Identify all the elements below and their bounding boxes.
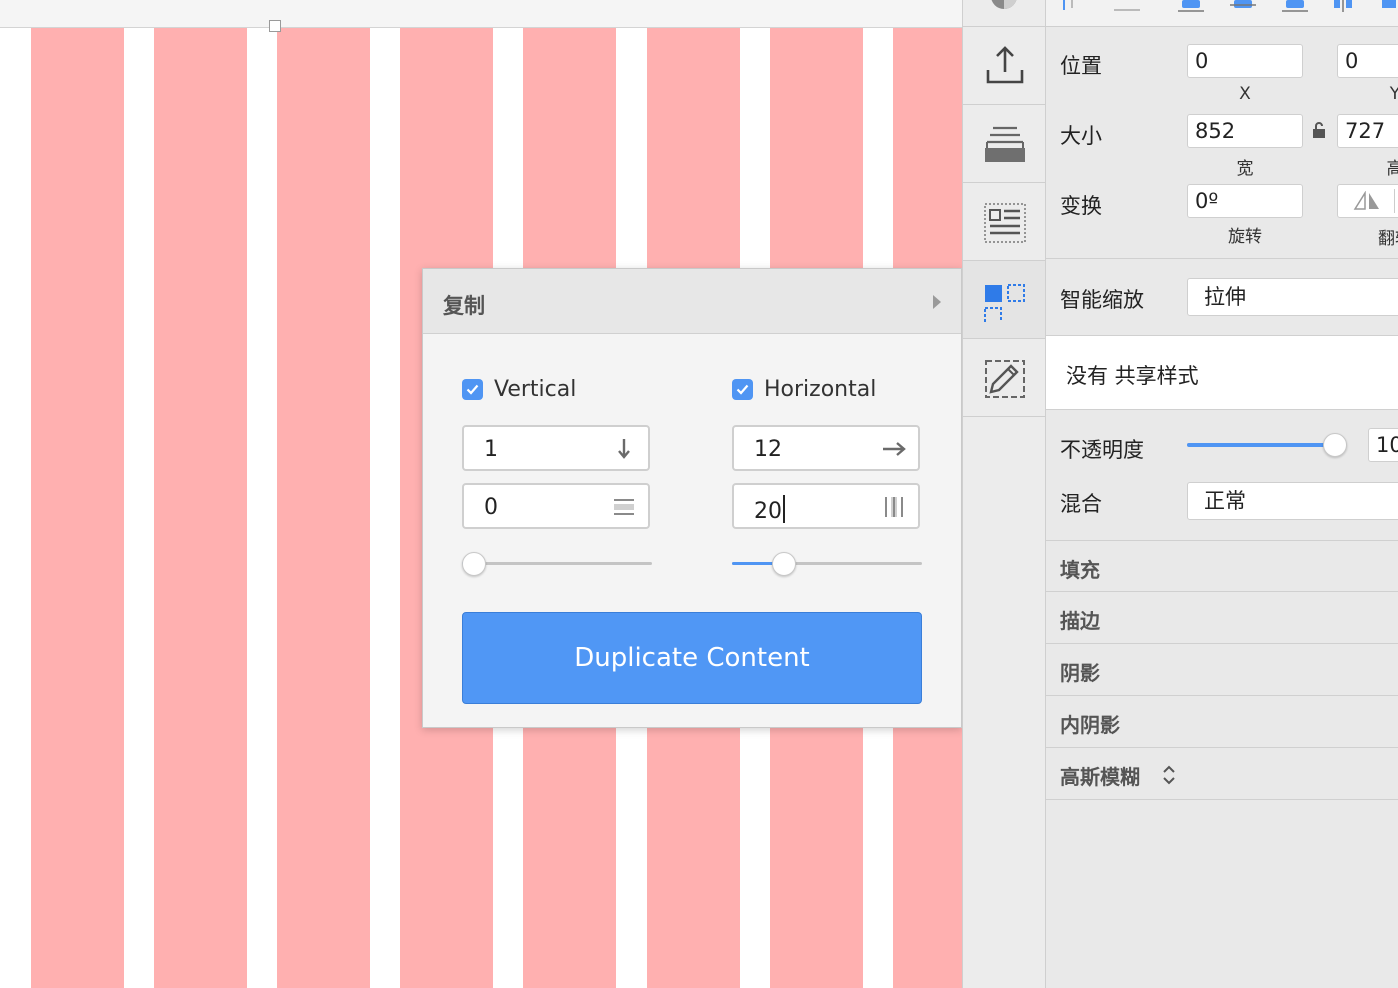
transform-label: 变换 (1060, 194, 1102, 218)
chevron-updown-icon[interactable] (1162, 764, 1176, 786)
grid-column[interactable] (31, 28, 124, 988)
shared-style-label: 没有 共享样式 (1066, 364, 1199, 388)
border-section[interactable]: 描边 (1046, 592, 1398, 644)
toolbar-export-button[interactable] (963, 27, 1045, 105)
blur-section-label: 高斯模糊 (1060, 765, 1140, 789)
vertical-spacing-slider[interactable] (462, 552, 652, 576)
size-label: 大小 (1060, 124, 1102, 148)
stack-icon (985, 126, 1025, 162)
width-input[interactable]: 852 (1187, 114, 1303, 148)
smart-resize-label: 智能缩放 (1060, 288, 1144, 312)
toolbar-edit-artboard-button[interactable] (963, 339, 1045, 417)
canvas-ruler (0, 0, 962, 28)
fill-section[interactable]: 填充 (1046, 540, 1398, 592)
horizontal-label: Horizontal (764, 377, 877, 402)
horizontal-option[interactable]: Horizontal (732, 377, 932, 403)
smart-resize-section: 智能缩放 拉伸 (1046, 258, 1398, 336)
inner-shadow-section-label: 内阴影 (1060, 713, 1120, 737)
inspector-panel: 位置 0 X 0 Y 大小 852 宽 727 高 变换 0º 旋转 翻转 智能… (1046, 0, 1398, 988)
grid-column[interactable] (154, 28, 247, 988)
rotation-caption: 旋转 (1228, 227, 1262, 247)
duplicate-popup: 复制 Vertical 1 0 Horizontal 12 20 Duplica… (422, 268, 962, 728)
opacity-input[interactable]: 100 (1368, 428, 1398, 462)
edit-artboard-icon (985, 360, 1025, 398)
position-label: 位置 (1060, 54, 1102, 78)
vertical-lines-icon (885, 497, 903, 517)
horizontal-spacing-slider[interactable] (732, 552, 922, 576)
width-caption: 宽 (1236, 159, 1254, 179)
duplicate-grid-icon (984, 284, 1025, 322)
slider-thumb[interactable] (1323, 433, 1347, 457)
popup-header: 复制 (423, 269, 961, 334)
position-y-input[interactable]: 0 (1337, 44, 1398, 78)
style-icon[interactable] (987, 0, 1021, 14)
design-canvas[interactable]: 复制 Vertical 1 0 Horizontal 12 20 Duplica… (0, 0, 962, 988)
position-y-caption: Y (1389, 84, 1398, 104)
align-middle-icon[interactable] (1228, 0, 1258, 14)
vertical-spacing-value: 0 (484, 495, 498, 520)
flip-caption: 翻转 (1378, 229, 1398, 249)
shared-style-section[interactable]: 没有 共享样式 (1046, 336, 1398, 410)
align-left-icon[interactable] (1058, 0, 1088, 14)
blur-section[interactable]: 高斯模糊 (1046, 748, 1398, 800)
position-x-input[interactable]: 0 (1187, 44, 1303, 78)
position-x-caption: X (1239, 84, 1251, 104)
toolbar-top-strip (963, 0, 1045, 27)
slider-thumb[interactable] (772, 552, 796, 576)
selection-handle[interactable] (269, 20, 281, 32)
horizontal-count-field[interactable]: 12 (732, 425, 920, 471)
popup-title: 复制 (443, 294, 485, 318)
border-section-label: 描边 (1060, 609, 1100, 633)
inner-shadow-section[interactable]: 内阴影 (1046, 696, 1398, 748)
arrow-right-icon (883, 442, 906, 456)
blend-select[interactable]: 正常 (1187, 482, 1398, 520)
align-top-icon[interactable] (1176, 0, 1206, 14)
vertical-count-field[interactable]: 1 (462, 425, 650, 471)
vertical-checkbox[interactable] (462, 379, 483, 400)
horizontal-spacing-field[interactable]: 20 (732, 483, 920, 529)
vertical-spacing-field[interactable]: 0 (462, 483, 650, 529)
arrow-down-icon (618, 439, 630, 459)
horizontal-checkbox[interactable] (732, 379, 753, 400)
export-icon (986, 46, 1024, 84)
shadow-section-label: 阴影 (1060, 661, 1100, 685)
shadow-section[interactable]: 阴影 (1046, 644, 1398, 696)
toolbar-duplicate-grid-button[interactable] (963, 261, 1045, 339)
chevron-right-icon[interactable] (933, 295, 941, 309)
height-input[interactable]: 727 (1337, 114, 1398, 148)
opacity-label: 不透明度 (1060, 438, 1144, 462)
align-bottom-icon[interactable] (1280, 0, 1310, 14)
fill-section-label: 填充 (1060, 558, 1100, 582)
grid-column[interactable] (277, 28, 370, 988)
flip-horizontal-icon[interactable] (1352, 191, 1382, 211)
text-caret (783, 495, 785, 523)
horizontal-lines-icon (614, 499, 634, 515)
height-caption: 高 (1386, 159, 1398, 179)
text-layout-icon (984, 203, 1026, 243)
flip-buttons[interactable] (1337, 184, 1398, 218)
opacity-slider[interactable] (1187, 433, 1347, 457)
horizontal-spacing-value: 20 (754, 495, 785, 524)
toolbar-stack-button[interactable] (963, 105, 1045, 183)
rotation-input[interactable]: 0º (1187, 184, 1303, 218)
lock-icon[interactable] (1312, 121, 1326, 139)
align-center-icon[interactable] (1112, 0, 1142, 14)
duplicate-content-button[interactable]: Duplicate Content (462, 612, 922, 704)
slider-thumb[interactable] (462, 552, 486, 576)
vertical-option[interactable]: Vertical (462, 377, 662, 403)
toolbar-text-layout-button[interactable] (963, 183, 1045, 261)
distribute-vertical-icon[interactable] (1378, 0, 1398, 14)
horizontal-count-value: 12 (754, 437, 782, 462)
smart-resize-select[interactable]: 拉伸 (1187, 278, 1398, 316)
alignment-bar (1046, 0, 1398, 27)
blend-label: 混合 (1060, 492, 1102, 516)
vertical-label: Vertical (494, 377, 577, 402)
vertical-count-value: 1 (484, 437, 498, 462)
distribute-horizontal-icon[interactable] (1330, 0, 1360, 14)
vertical-toolbar (962, 0, 1046, 988)
